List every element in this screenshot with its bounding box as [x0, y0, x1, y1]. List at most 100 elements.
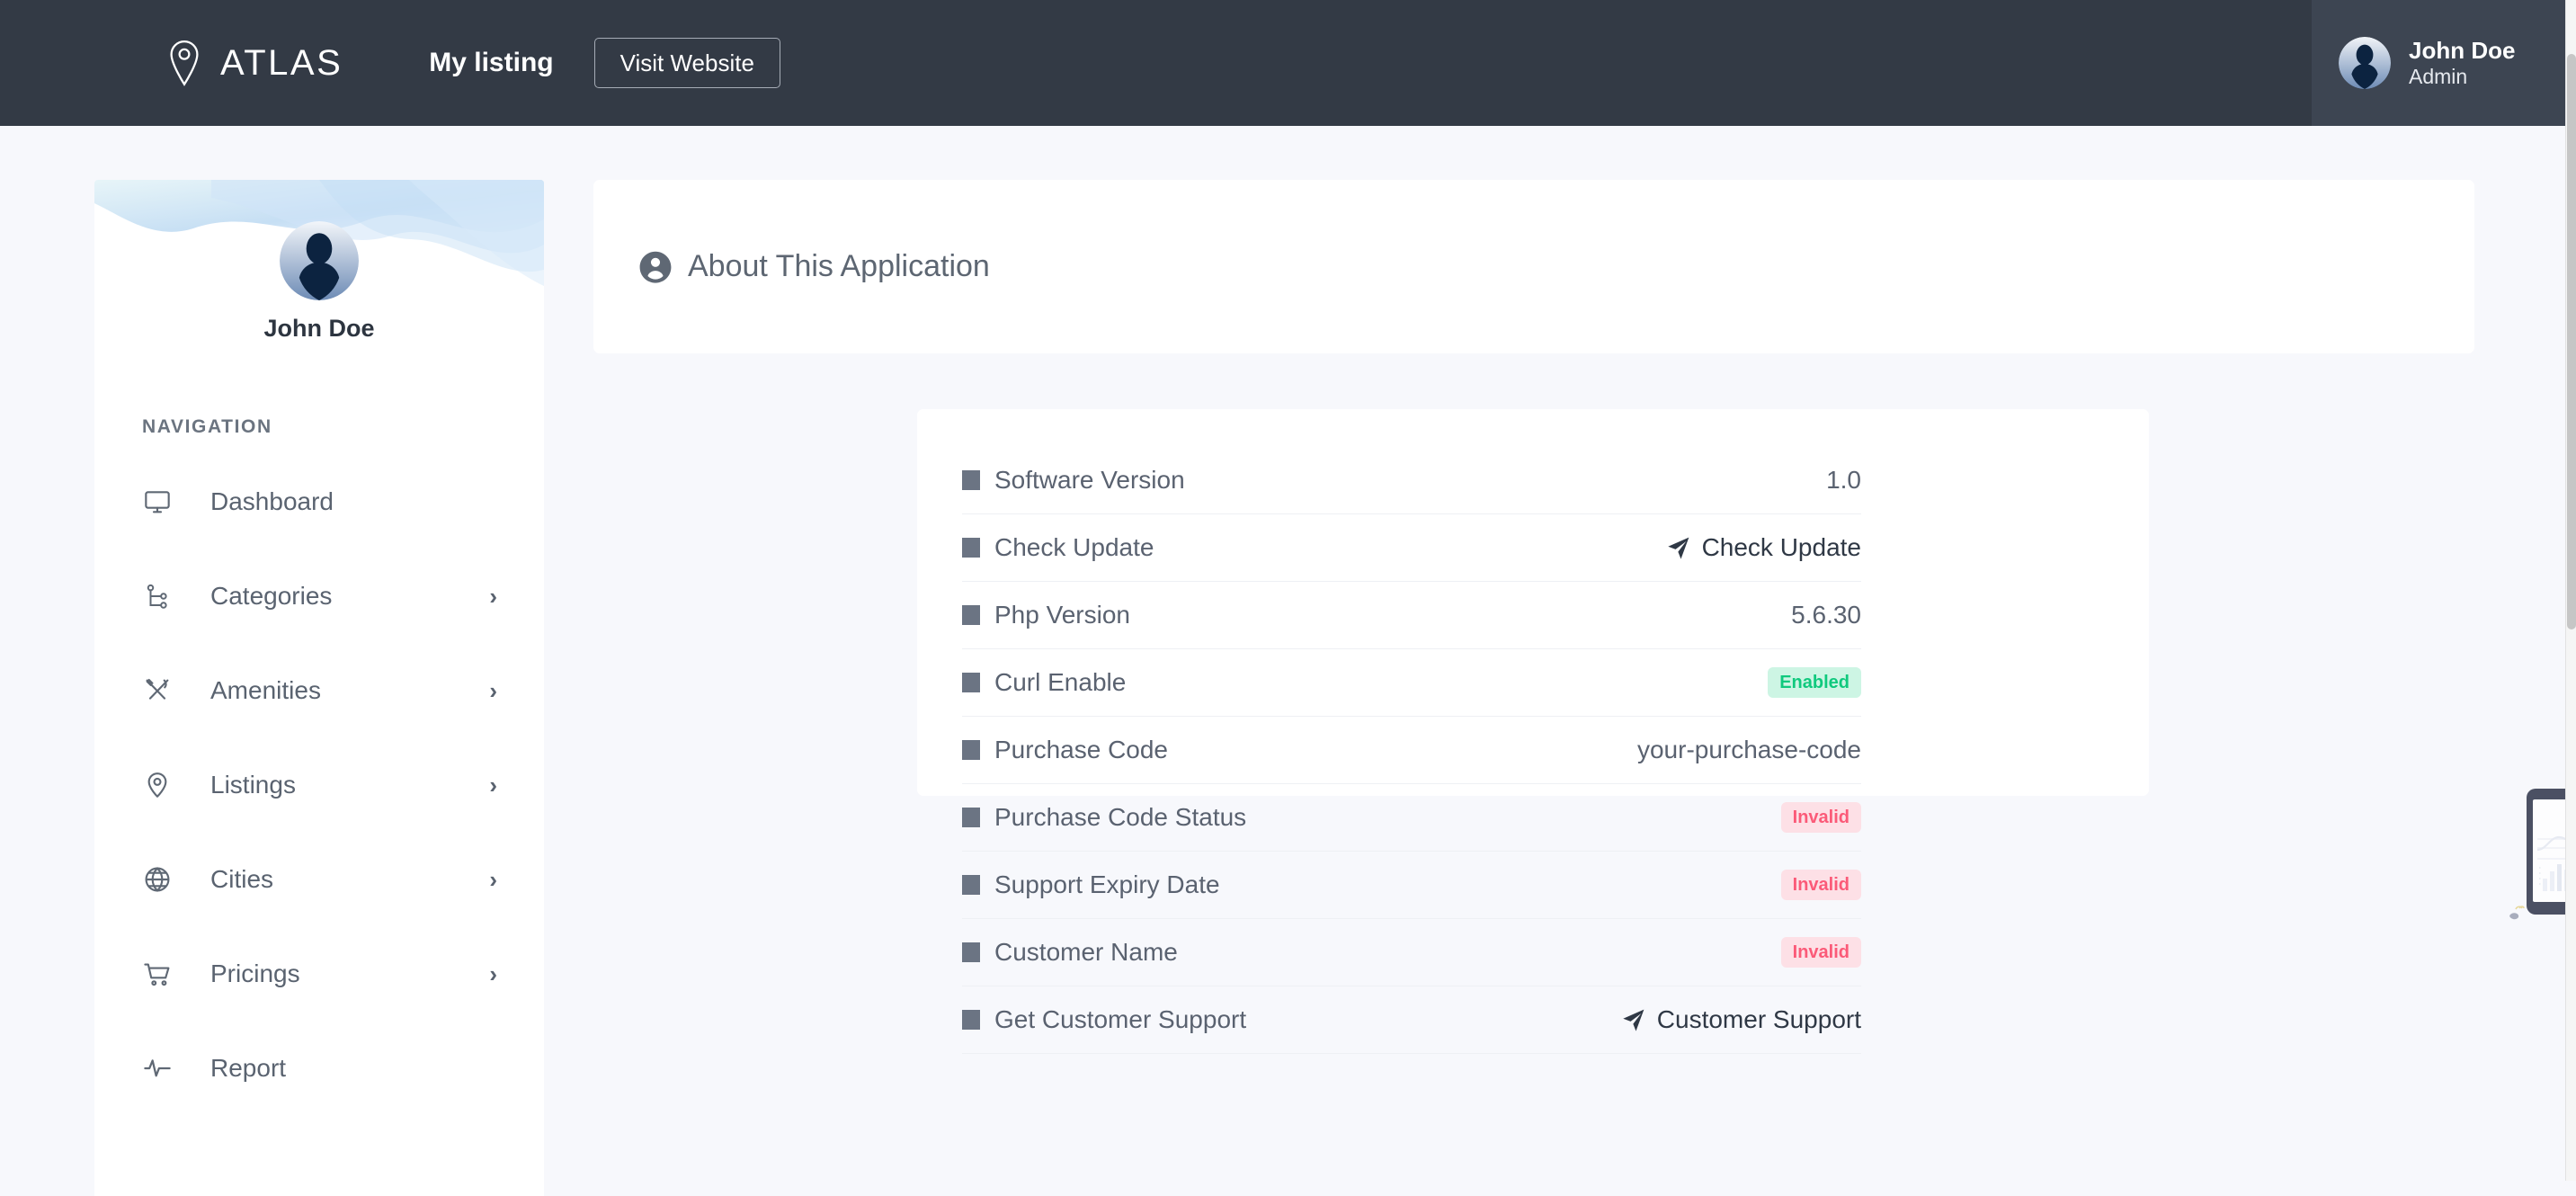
info-label: Software Version — [994, 466, 1185, 495]
sidebar-item-report[interactable]: Report — [94, 1021, 544, 1115]
info-label: Check Update — [994, 533, 1154, 562]
info-row-purchase-code-status: Purchase Code Status Invalid — [962, 784, 1861, 852]
square-marker-icon — [962, 808, 980, 827]
square-marker-icon — [962, 942, 980, 962]
customer-support-label: Customer Support — [1657, 1005, 1861, 1034]
sidebar-item-label: Dashboard — [210, 487, 497, 516]
chevron-right-icon[interactable]: › — [489, 585, 497, 608]
sidebar-profile: John Doe — [94, 180, 544, 343]
info-label: Get Customer Support — [994, 1005, 1246, 1034]
info-row-left: Software Version — [962, 466, 1185, 495]
status-badge: Invalid — [1781, 802, 1861, 833]
info-label: Php Version — [994, 601, 1130, 629]
sidebar-user-name: John Doe — [263, 315, 374, 343]
scrollbar-thumb[interactable] — [2567, 54, 2576, 629]
info-row-check-update: Check Update Check Update — [962, 514, 1861, 582]
info-row-left: Check Update — [962, 533, 1154, 562]
send-icon — [1667, 536, 1690, 559]
square-marker-icon — [962, 605, 980, 625]
info-row-get-customer-support: Get Customer Support Customer Support — [962, 986, 1861, 1054]
application-info-list: Software Version 1.0 Check Update — [962, 447, 1861, 1054]
info-row-left: Support Expiry Date — [962, 870, 1220, 899]
cutlery-icon — [142, 675, 173, 706]
info-row-left: Purchase Code Status — [962, 803, 1246, 832]
square-marker-icon — [962, 673, 980, 692]
info-row-purchase-code: Purchase Code your-purchase-code — [962, 717, 1861, 784]
sidebar-item-categories[interactable]: Categories › — [94, 549, 544, 643]
square-marker-icon — [962, 1010, 980, 1030]
info-row-left: Purchase Code — [962, 736, 1168, 764]
user-circle-icon — [638, 250, 673, 284]
shopping-cart-icon — [142, 959, 173, 989]
main-content: About This Application Software Version … — [593, 126, 2565, 1181]
customer-support-button[interactable]: Customer Support — [1622, 1005, 1861, 1034]
monitor-icon — [142, 486, 173, 517]
info-row-curl-enable: Curl Enable Enabled — [962, 649, 1861, 717]
sidebar-item-label: Amenities — [210, 676, 489, 705]
page-title: About This Application — [688, 249, 990, 284]
info-row-support-expiry-date: Support Expiry Date Invalid — [962, 852, 1861, 919]
status-badge: Invalid — [1781, 870, 1861, 900]
person-with-tablet-chart-illustration — [2498, 778, 2576, 949]
visit-website-button[interactable]: Visit Website — [594, 38, 780, 88]
sidebar-item-pricings[interactable]: Pricings › — [94, 926, 544, 1021]
info-label: Purchase Code — [994, 736, 1168, 764]
info-label: Curl Enable — [994, 668, 1126, 697]
square-marker-icon — [962, 470, 980, 490]
activity-pulse-icon — [142, 1053, 173, 1084]
info-label: Purchase Code Status — [994, 803, 1246, 832]
check-update-button[interactable]: Check Update — [1667, 533, 1861, 562]
square-marker-icon — [962, 740, 980, 760]
page-body: John Doe NAVIGATION Dashboard — [0, 126, 2565, 1181]
chevron-right-icon[interactable]: › — [489, 962, 497, 986]
user-meta: John Doe Admin — [2409, 37, 2515, 89]
info-value: 1.0 — [1826, 466, 1861, 495]
navigation-heading: NAVIGATION — [142, 416, 544, 438]
send-icon — [1622, 1008, 1645, 1031]
map-pin-icon — [142, 770, 173, 800]
check-update-label: Check Update — [1702, 533, 1861, 562]
sidebar-item-amenities[interactable]: Amenities › — [94, 643, 544, 737]
info-row-left: Get Customer Support — [962, 1005, 1246, 1034]
brand-logo[interactable]: ATLAS — [165, 0, 343, 126]
chevron-right-icon[interactable]: › — [489, 773, 497, 797]
sidebar-item-dashboard[interactable]: Dashboard — [94, 454, 544, 549]
avatar — [280, 221, 359, 300]
info-label: Customer Name — [994, 938, 1178, 967]
application-info-card: Software Version 1.0 Check Update — [917, 409, 2149, 796]
sidebar-item-label: Listings — [210, 771, 489, 799]
my-listing-title: My listing — [429, 48, 553, 78]
sidebar-nav-list: Dashboard Categories › — [94, 454, 544, 1115]
vertical-scrollbar[interactable] — [2565, 0, 2576, 1181]
avatar — [2339, 37, 2391, 89]
info-row-php-version: Php Version 5.6.30 — [962, 582, 1861, 649]
square-marker-icon — [962, 538, 980, 558]
top-header-bar: ATLAS My listing Visit Website John Doe … — [0, 0, 2565, 126]
sidebar-item-label: Categories — [210, 582, 489, 611]
chevron-right-icon[interactable]: › — [489, 868, 497, 891]
sidebar: John Doe NAVIGATION Dashboard — [94, 180, 544, 1196]
info-row-left: Php Version — [962, 601, 1130, 629]
brand-name: ATLAS — [220, 43, 343, 84]
info-row-software-version: Software Version 1.0 — [962, 447, 1861, 514]
square-marker-icon — [962, 875, 980, 895]
info-value: 5.6.30 — [1791, 601, 1861, 629]
status-badge: Invalid — [1781, 937, 1861, 968]
sidebar-item-label: Cities — [210, 865, 489, 894]
globe-icon — [142, 864, 173, 895]
info-row-left: Curl Enable — [962, 668, 1126, 697]
chevron-right-icon[interactable]: › — [489, 679, 497, 702]
info-value: your-purchase-code — [1637, 736, 1861, 764]
map-pin-logo-icon — [165, 40, 204, 86]
status-badge: Enabled — [1768, 667, 1861, 698]
sidebar-item-label: Pricings — [210, 959, 489, 988]
info-row-customer-name: Customer Name Invalid — [962, 919, 1861, 986]
user-menu[interactable]: John Doe Admin — [2312, 0, 2565, 126]
header-spacer — [780, 0, 2312, 126]
user-role: Admin — [2409, 65, 2515, 89]
about-application-card: About This Application — [593, 180, 2474, 353]
sidebar-item-listings[interactable]: Listings › — [94, 737, 544, 832]
user-name: John Doe — [2409, 37, 2515, 65]
sidebar-item-cities[interactable]: Cities › — [94, 832, 544, 926]
sitemap-icon — [142, 581, 173, 611]
